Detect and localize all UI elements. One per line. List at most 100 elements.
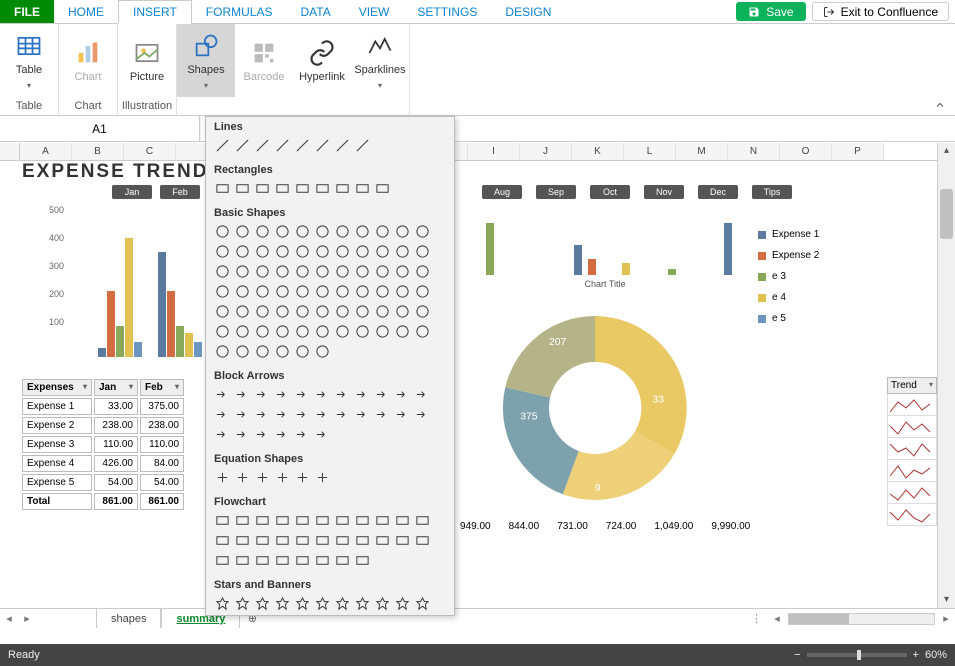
scroll-down-arrow[interactable]: ▾ (938, 592, 955, 608)
shape-option[interactable] (254, 552, 271, 569)
shape-option[interactable] (234, 512, 251, 529)
shape-option[interactable] (394, 283, 411, 300)
shape-option[interactable] (234, 426, 251, 443)
shape-option[interactable] (254, 595, 271, 612)
cell-address-input[interactable]: A1 (0, 116, 200, 141)
zoom-in-icon[interactable]: + (913, 649, 919, 661)
shape-option[interactable] (234, 469, 251, 486)
shape-option[interactable] (314, 469, 331, 486)
zoom-out-icon[interactable]: − (794, 649, 800, 661)
shape-option[interactable] (314, 243, 331, 260)
shape-option[interactable] (254, 223, 271, 240)
shape-option[interactable] (354, 595, 371, 612)
shape-option[interactable] (374, 283, 391, 300)
shape-option[interactable] (234, 552, 251, 569)
shape-option[interactable] (334, 386, 351, 403)
shape-option[interactable] (234, 263, 251, 280)
shape-option[interactable] (234, 595, 251, 612)
menu-home[interactable]: HOME (54, 0, 118, 23)
menu-settings[interactable]: SETTINGS (403, 0, 491, 23)
shape-option[interactable] (294, 343, 311, 360)
shape-option[interactable] (354, 323, 371, 340)
tab-nav-right[interactable]: ▸ (18, 609, 36, 628)
shape-option[interactable] (234, 137, 251, 154)
shape-option[interactable] (294, 532, 311, 549)
shape-option[interactable] (414, 223, 431, 240)
menu-design[interactable]: DESIGN (491, 0, 565, 23)
menu-formulas[interactable]: FORMULAS (192, 0, 287, 23)
shape-option[interactable] (354, 386, 371, 403)
sheet-tab-shapes[interactable]: shapes (96, 609, 161, 628)
shape-option[interactable] (374, 223, 391, 240)
shape-option[interactable] (294, 303, 311, 320)
shape-option[interactable] (354, 263, 371, 280)
shape-option[interactable] (214, 532, 231, 549)
shape-option[interactable] (234, 343, 251, 360)
shape-option[interactable] (374, 243, 391, 260)
shape-option[interactable] (394, 386, 411, 403)
shape-option[interactable] (334, 595, 351, 612)
shape-option[interactable] (294, 469, 311, 486)
shape-option[interactable] (214, 615, 231, 616)
shape-option[interactable] (254, 343, 271, 360)
shape-option[interactable] (294, 323, 311, 340)
shape-option[interactable] (234, 323, 251, 340)
shape-option[interactable] (394, 263, 411, 280)
shape-option[interactable] (234, 386, 251, 403)
shape-option[interactable] (314, 406, 331, 423)
shape-option[interactable] (274, 552, 291, 569)
shape-option[interactable] (374, 263, 391, 280)
shape-option[interactable] (334, 283, 351, 300)
shapes-dropdown[interactable]: Lines Rectangles Basic Shapes Block Arro… (205, 116, 455, 616)
shape-option[interactable] (274, 595, 291, 612)
shape-option[interactable] (214, 303, 231, 320)
shape-option[interactable] (214, 343, 231, 360)
menu-view[interactable]: VIEW (345, 0, 404, 23)
shape-option[interactable] (214, 263, 231, 280)
shape-option[interactable] (314, 180, 331, 197)
shape-option[interactable] (254, 323, 271, 340)
shape-option[interactable] (314, 552, 331, 569)
shape-option[interactable] (254, 512, 271, 529)
shape-option[interactable] (394, 323, 411, 340)
shape-option[interactable] (214, 512, 231, 529)
shape-option[interactable] (354, 137, 371, 154)
shape-option[interactable] (294, 263, 311, 280)
shape-option[interactable] (394, 303, 411, 320)
shape-option[interactable] (294, 243, 311, 260)
shape-option[interactable] (274, 386, 291, 403)
shape-option[interactable] (214, 406, 231, 423)
shape-option[interactable] (334, 406, 351, 423)
shape-option[interactable] (374, 180, 391, 197)
shape-option[interactable] (394, 223, 411, 240)
exit-button[interactable]: Exit to Confluence (812, 2, 949, 21)
ribbon-shapes[interactable]: Shapes ▾ (177, 24, 235, 97)
save-button[interactable]: Save (736, 2, 805, 21)
shape-option[interactable] (254, 532, 271, 549)
shape-option[interactable] (314, 223, 331, 240)
shape-option[interactable] (414, 386, 431, 403)
spreadsheet-grid[interactable]: A B C D E H I J K L M N O P EXPENSE TREN… (0, 143, 937, 608)
ribbon-table[interactable]: Table ▾ (0, 24, 58, 97)
shape-option[interactable] (254, 137, 271, 154)
ribbon-chart[interactable]: Chart (59, 24, 117, 97)
shape-option[interactable] (214, 243, 231, 260)
shape-option[interactable] (294, 386, 311, 403)
shape-option[interactable] (294, 552, 311, 569)
shape-option[interactable] (254, 469, 271, 486)
shape-option[interactable] (314, 532, 331, 549)
donut-chart[interactable]: Chart Title 33 9 375 207 (480, 279, 730, 528)
ribbon-sparklines[interactable]: Sparklines ▾ (351, 24, 409, 97)
menu-insert[interactable]: INSERT (118, 0, 192, 24)
shape-option[interactable] (314, 595, 331, 612)
scroll-up-arrow[interactable]: ▴ (938, 143, 955, 159)
shape-option[interactable] (374, 386, 391, 403)
shape-option[interactable] (234, 283, 251, 300)
vertical-scrollbar[interactable]: ▴ ▾ (937, 143, 955, 608)
shape-option[interactable] (294, 137, 311, 154)
shape-option[interactable] (314, 303, 331, 320)
shape-option[interactable] (274, 283, 291, 300)
shape-option[interactable] (314, 137, 331, 154)
shape-option[interactable] (374, 595, 391, 612)
shape-option[interactable] (274, 532, 291, 549)
